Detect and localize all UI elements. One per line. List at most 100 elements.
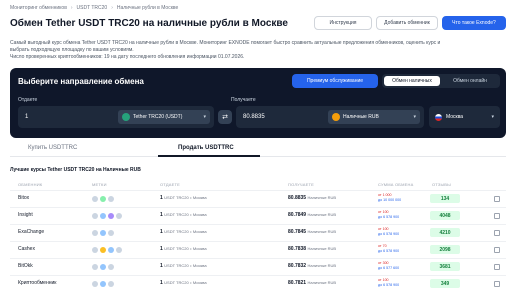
tag-icons: [92, 230, 114, 236]
table-row[interactable]: Cashex 1 USDT TRC20 • Москва 80.7838 Нал…: [10, 241, 506, 258]
get-cell: 80.7838 Наличные RUB: [288, 246, 337, 252]
tag-icon: [92, 196, 98, 202]
give-currency-label: Tether TRC20 (USDT): [133, 114, 183, 120]
tag-icon: [108, 196, 114, 202]
exchanger-name[interactable]: Криптообменник: [18, 280, 56, 286]
get-cell: 80.7821 Наличные RUB: [288, 280, 337, 286]
table-row[interactable]: Криптообменник 1 USDT TRC20 • Москва 80.…: [10, 275, 506, 289]
get-label: Получаете: [231, 97, 256, 103]
exchanger-name[interactable]: Cashex: [18, 246, 35, 252]
tag-icon: [108, 213, 114, 219]
get-currency-select[interactable]: Наличные RUB ▾: [328, 110, 420, 124]
exchange-mode-toggle: Обмен наличных Обмен онлайн: [382, 74, 500, 88]
tag-icon: [92, 247, 98, 253]
get-amount-field[interactable]: 80.8835 Наличные RUB ▾: [236, 106, 424, 128]
exchanger-name[interactable]: BitOkk: [18, 263, 33, 269]
reviews-badge[interactable]: 134: [430, 194, 460, 203]
tab-sell[interactable]: Продать USDTTRC: [178, 145, 234, 151]
get-cell: 80.8835 Наличные RUB: [288, 195, 337, 201]
tag-icon: [108, 247, 114, 253]
tag-icon: [100, 196, 106, 202]
breadcrumb-separator: ›: [70, 5, 73, 11]
amount-limits: от 1 000 до 10 000 000: [378, 193, 402, 202]
mode-online-tab[interactable]: Обмен онлайн: [442, 76, 498, 86]
page-description: Самый выгодный курс обмена Tether USDT T…: [10, 40, 500, 61]
favorite-checkbox[interactable]: [494, 196, 500, 202]
reviews-badge[interactable]: 349: [430, 279, 460, 288]
tab-buy[interactable]: Купить USDTTRC: [28, 145, 77, 151]
tag-icon: [108, 230, 114, 236]
get-cell: 80.7845 Наличные RUB: [288, 229, 337, 235]
table-row[interactable]: Insight 1 USDT TRC20 • Москва 80.7849 На…: [10, 207, 506, 224]
tag-icon: [100, 213, 106, 219]
description-line: Самый выгодный курс обмена Tether USDT T…: [10, 40, 441, 46]
breadcrumb: Мониторинг обменников › USDT TRC20 › Нал…: [10, 5, 178, 11]
reviews-badge[interactable]: 4210: [430, 228, 460, 237]
description-line: выбрать подходящую площадку по вашим усл…: [10, 47, 134, 53]
chevron-down-icon: ▾: [203, 114, 206, 120]
breadcrumb-link-usdt[interactable]: USDT TRC20: [77, 5, 108, 11]
column-header-reviews: ОТЗЫВЫ: [432, 182, 451, 187]
chevron-down-icon: ▾: [413, 114, 416, 120]
column-header-exchanger: ОБМЕННИК: [18, 182, 43, 187]
tag-icon: [108, 264, 114, 270]
column-header-amount: СУММА ОБМЕНА: [378, 182, 414, 187]
tag-icons: [92, 264, 114, 270]
column-header-get[interactable]: ПОЛУЧАЕТЕ: [288, 182, 314, 187]
give-amount-value[interactable]: 1: [25, 114, 28, 120]
tag-icon: [92, 213, 98, 219]
table-row[interactable]: Bitox 1 USDT TRC20 • Москва 80.8835 Нали…: [10, 190, 506, 207]
mode-cash-tab[interactable]: Обмен наличных: [384, 76, 440, 86]
tag-icons: [92, 196, 114, 202]
city-select[interactable]: Москва ▾: [429, 106, 500, 128]
breadcrumb-link-monitoring[interactable]: Мониторинг обменников: [10, 5, 67, 11]
table-title: Лучшие курсы Tether USDT TRC20 на Наличн…: [10, 167, 141, 173]
tag-icon: [100, 230, 106, 236]
give-amount-field[interactable]: 1 Tether TRC20 (USDT) ▾: [18, 106, 214, 128]
tag-icon: [108, 281, 114, 287]
tag-icon: [100, 264, 106, 270]
favorite-checkbox[interactable]: [494, 230, 500, 236]
table-row[interactable]: ExaChange 1 USDT TRC20 • Москва 80.7845 …: [10, 224, 506, 241]
premium-service-button[interactable]: Премиум обслуживание: [292, 74, 378, 88]
tag-icons: [92, 247, 122, 253]
get-currency-label: Наличные RUB: [343, 114, 379, 120]
city-label: Москва: [446, 114, 464, 120]
amount-limits: от 300 до 6 577 600: [378, 261, 400, 270]
amount-limits: от 100 до 6 578 900: [378, 227, 400, 236]
column-header-give: ОТДАЕТЕ: [160, 182, 180, 187]
add-exchanger-button[interactable]: Добавить обменник: [376, 16, 438, 30]
tag-icon: [100, 247, 106, 253]
give-cell: 1 USDT TRC20 • Москва: [160, 263, 207, 269]
table-row[interactable]: BitOkk 1 USDT TRC20 • Москва 80.7832 Нал…: [10, 258, 506, 275]
column-header-tags: МЕТКИ: [92, 182, 107, 187]
swap-icon[interactable]: ⇄: [218, 110, 232, 124]
ruble-icon: [332, 113, 340, 121]
what-is-exnode-button[interactable]: Что такое Exnode?: [442, 16, 506, 30]
russia-flag-icon: [435, 113, 442, 121]
favorite-checkbox[interactable]: [494, 281, 500, 287]
favorite-checkbox[interactable]: [494, 247, 500, 253]
tag-icon: [92, 230, 98, 236]
exchanger-name[interactable]: Bitox: [18, 195, 29, 201]
reviews-badge[interactable]: 3681: [430, 262, 460, 271]
get-amount-value[interactable]: 80.8835: [243, 114, 265, 120]
favorite-checkbox[interactable]: [494, 213, 500, 219]
exchanger-name[interactable]: ExaChange: [18, 229, 44, 235]
favorite-checkbox[interactable]: [494, 264, 500, 270]
tag-icon: [116, 247, 122, 253]
give-currency-select[interactable]: Tether TRC20 (USDT) ▾: [118, 110, 210, 124]
page-title: Обмен Tether USDT TRC20 на наличные рубл…: [10, 18, 288, 29]
chevron-down-icon: ▾: [491, 114, 494, 120]
give-cell: 1 USDT TRC20 • Москва: [160, 195, 207, 201]
instruction-button[interactable]: Инструкция: [314, 16, 372, 30]
tag-icon: [92, 281, 98, 287]
amount-limits: от 100 до 6 578 900: [378, 278, 400, 287]
reviews-badge[interactable]: 2098: [430, 245, 460, 254]
amount-limits: от 100 до 6 578 900: [378, 210, 400, 219]
breadcrumb-separator: ›: [111, 5, 113, 11]
reviews-badge[interactable]: 4048: [430, 211, 460, 220]
exchanger-name[interactable]: Insight: [18, 212, 33, 218]
page-header: Обмен Tether USDT TRC20 на наличные рубл…: [10, 16, 506, 32]
amount-limits: от 70 до 6 578 900: [378, 244, 400, 253]
